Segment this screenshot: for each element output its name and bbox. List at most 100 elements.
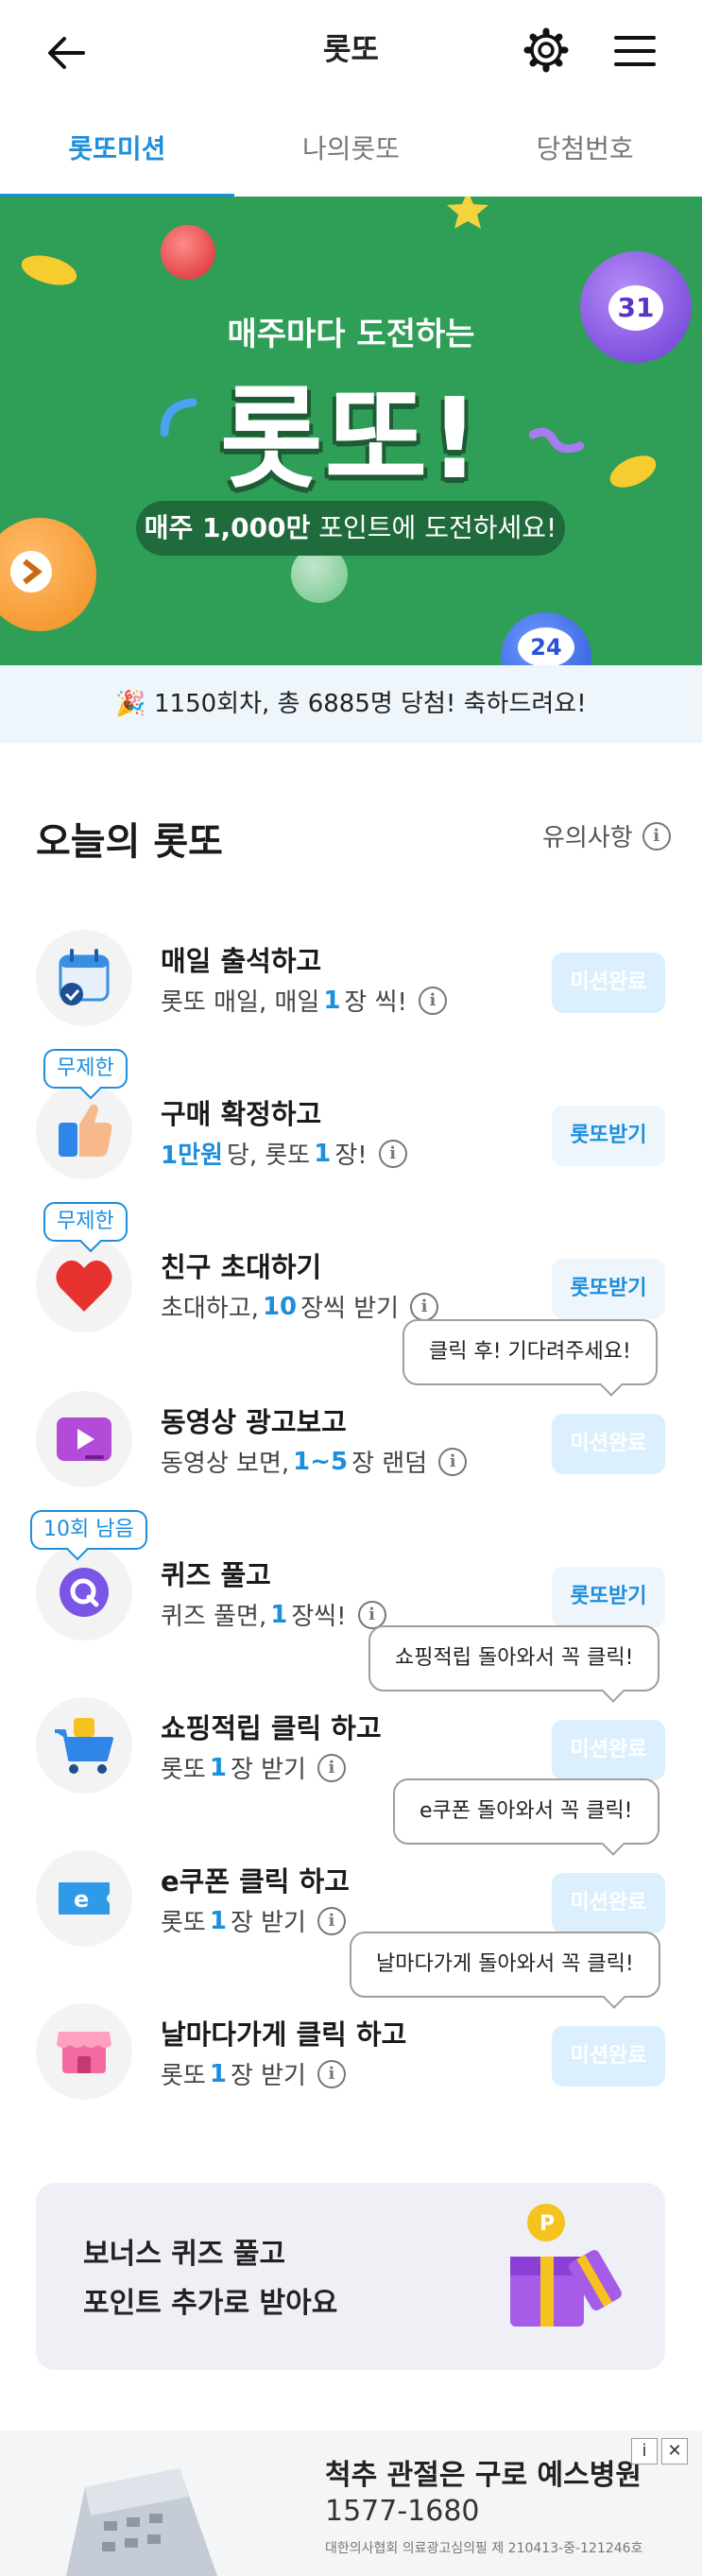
info-icon[interactable]: i xyxy=(357,1600,386,1629)
desc-highlight: 1~5 xyxy=(293,1447,349,1476)
video-play-icon xyxy=(57,1417,111,1461)
mission-complete-button[interactable]: 미션완료 xyxy=(552,1414,665,1474)
unlimited-badge: 무제한 xyxy=(43,1202,128,1242)
hospital-building-image xyxy=(66,2468,217,2576)
mission-icon-wrap xyxy=(36,1236,132,1332)
desc-text: 장 랜덤 xyxy=(351,1450,428,1478)
caution-link[interactable]: 유의사항 i xyxy=(542,818,671,853)
ad-phone: 1577-1680 xyxy=(325,2495,480,2528)
desc-text: 퀴즈 풀면, xyxy=(161,1603,267,1631)
ball-24-label: 24 xyxy=(518,627,574,665)
mission-title: 쇼핑적립 클릭 하고 xyxy=(161,1712,382,1744)
bonus-coin-label: P xyxy=(539,2212,555,2236)
desc-text: 당, 롯또 xyxy=(226,1142,311,1170)
desc-highlight: 1 xyxy=(270,1600,288,1629)
mission-icon-wrap xyxy=(36,930,132,1026)
mission-description: 롯또 1장 받기 i xyxy=(161,2056,346,2091)
mission-title: 동영상 광고보고 xyxy=(161,1406,347,1438)
svg-text:e: e xyxy=(74,1886,89,1913)
get-lotto-button[interactable]: 롯또받기 xyxy=(552,1106,665,1166)
tab-winning-numbers[interactable]: 당첨번호 xyxy=(468,123,702,198)
desc-text: 장 받기 xyxy=(230,1756,306,1784)
app-header: 롯또 xyxy=(0,0,702,102)
info-icon[interactable]: i xyxy=(410,1292,439,1321)
get-lotto-button[interactable]: 롯또받기 xyxy=(552,1567,665,1627)
gift-box-icon: P xyxy=(510,2204,622,2327)
banner-prize-amount: 매주 1,000만 xyxy=(144,512,311,543)
info-icon: i xyxy=(642,821,671,850)
ad-info-button[interactable]: i xyxy=(631,2438,658,2464)
info-icon[interactable]: i xyxy=(378,1139,407,1168)
mission-title: 매일 출석하고 xyxy=(161,945,322,977)
desc-text: 초대하고, xyxy=(161,1295,259,1323)
mission-title: 구매 확정하고 xyxy=(161,1098,322,1130)
chevron-ball-icon xyxy=(10,551,52,592)
mission-description: 롯또 1장 받기 i xyxy=(161,1750,346,1785)
section-title: 오늘의 롯또 xyxy=(36,820,223,864)
mission-icon-wrap xyxy=(36,1544,132,1640)
desc-highlight: 10 xyxy=(262,1292,298,1321)
mission-complete-button[interactable]: 미션완료 xyxy=(552,2026,665,2087)
promo-banner[interactable]: 31 24 매주마다 도전하는 롯또! 매주 1,000만 포인트에 도전하세요… xyxy=(0,197,702,665)
settings-button[interactable] xyxy=(522,23,571,77)
bonus-title-line2: 포인트 추가로 받아요 xyxy=(83,2287,338,2320)
star-decoration-icon xyxy=(447,197,488,229)
ecoupon-icon: e xyxy=(59,1882,110,1915)
info-icon[interactable]: i xyxy=(317,1906,346,1935)
info-icon[interactable]: i xyxy=(317,1753,346,1782)
banner-headline: 롯또! xyxy=(220,373,482,504)
ad-banner[interactable]: 척추 관절은 구로 예스병원 1577-1680 대한의사협회 의료광고심의필 … xyxy=(0,2430,702,2576)
winner-notice[interactable]: 🎉 1150회차, 총 6885명 당첨! 축하드려요! xyxy=(0,665,702,743)
mission-complete-button[interactable]: 미션완료 xyxy=(552,1720,665,1780)
desc-text: 장! xyxy=(334,1142,368,1170)
store-icon xyxy=(57,2032,111,2073)
bonus-title-line1: 보너스 퀴즈 풀고 xyxy=(83,2238,286,2271)
mission-description: 동영상 보면, 1~5 장 랜덤 i xyxy=(161,1444,468,1479)
info-icon[interactable]: i xyxy=(317,2059,346,2088)
quiz-q-icon xyxy=(60,1568,109,1617)
info-icon[interactable]: i xyxy=(418,986,447,1015)
tab-my-lotto[interactable]: 나의롯또 xyxy=(234,123,469,198)
mission-complete-button[interactable]: 미션완료 xyxy=(552,953,665,1013)
ad-close-button[interactable]: ✕ xyxy=(661,2438,688,2464)
info-icon[interactable]: i xyxy=(438,1447,468,1476)
mission-complete-button[interactable]: 미션완료 xyxy=(552,1873,665,1933)
desc-text: 롯또 xyxy=(161,1909,206,1937)
mission-description: 롯또 매일, 매일 1 장 씩! i xyxy=(161,983,447,1018)
mission-row-store: 날마다가게 클릭 하고 롯또 1장 받기 i 미션완료 xyxy=(0,1975,702,2117)
mission-description: 초대하고, 10 장씩 받기 i xyxy=(161,1289,439,1324)
red-ball-decoration xyxy=(161,225,215,280)
banner-prize-pill: 매주 1,000만 포인트에 도전하세요! xyxy=(136,501,565,556)
get-lotto-button[interactable]: 롯또받기 xyxy=(552,1259,665,1319)
desc-text: 장 씩! xyxy=(344,988,407,1017)
desc-text: 장씩 받기 xyxy=(300,1295,400,1323)
shopping-cart-icon xyxy=(55,1718,113,1774)
thumbs-up-icon xyxy=(59,1104,112,1157)
desc-text: 롯또 xyxy=(161,2062,206,2090)
menu-button[interactable] xyxy=(610,26,659,76)
mission-title: e쿠폰 클릭 하고 xyxy=(161,1865,350,1898)
tab-lotto-mission[interactable]: 롯또미션 xyxy=(0,123,234,199)
mission-description: 퀴즈 풀면, 1 장씩! i xyxy=(161,1597,386,1632)
calendar-check-icon xyxy=(59,949,110,1005)
hamburger-menu-icon xyxy=(614,36,656,66)
page-title: 롯또 xyxy=(323,31,379,67)
mission-icon-wrap: e xyxy=(36,1850,132,1947)
desc-text: 롯또 xyxy=(161,1756,206,1784)
mission-icon-wrap xyxy=(36,1083,132,1179)
remaining-count-badge: 10회 남음 xyxy=(30,1510,147,1550)
gear-icon xyxy=(523,27,569,73)
desc-text: 장씩! xyxy=(291,1603,347,1631)
tab-bar: 롯또미션 나의롯또 당첨번호 xyxy=(0,123,702,199)
mission-icon-wrap xyxy=(36,1697,132,1794)
coin-decoration-icon xyxy=(21,255,77,285)
mission-icon-wrap xyxy=(36,2003,132,2100)
desc-text: 동영상 보면, xyxy=(161,1450,290,1478)
desc-text: 장 받기 xyxy=(230,2062,306,2090)
mission-row-purchase: 무제한 구매 확정하고 1만원 당, 롯또 1 장! i 롯또받기 xyxy=(0,1049,702,1196)
mission-row-attendance: 매일 출석하고 롯또 매일, 매일 1 장 씩! i 미션완료 xyxy=(0,902,702,1043)
desc-highlight: 1 xyxy=(209,1753,227,1782)
bonus-quiz-card[interactable]: 보너스 퀴즈 풀고 포인트 추가로 받아요 P xyxy=(36,2183,665,2370)
ad-title: 척추 관절은 구로 예스병원 xyxy=(325,2459,642,2492)
mission-description: 롯또 1장 받기 i xyxy=(161,1903,346,1938)
